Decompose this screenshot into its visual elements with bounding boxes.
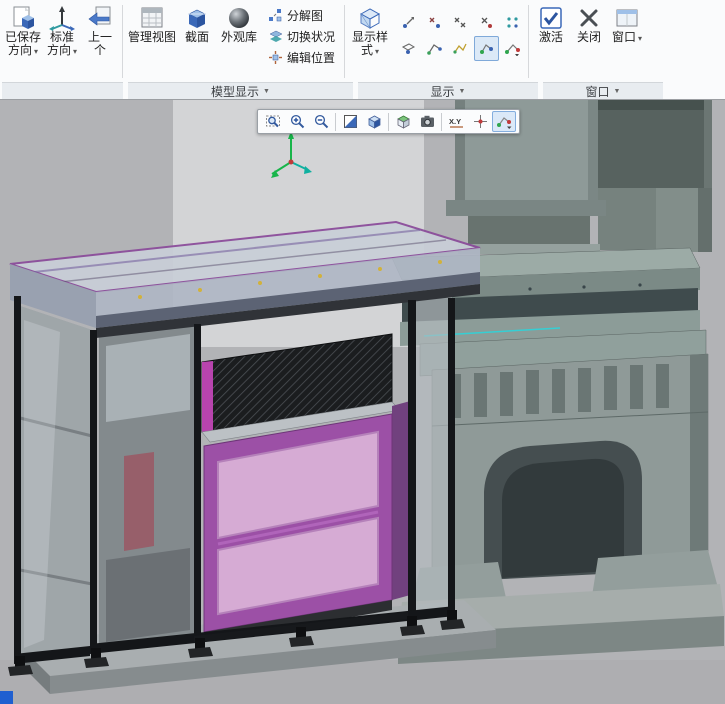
toggle-state-icon: [268, 29, 283, 44]
orientation-group-bar[interactable]: [2, 82, 123, 99]
measure-xy-button[interactable]: X.Y: [444, 111, 468, 132]
dropdown-caret: ▾: [73, 47, 78, 56]
saved-orientation-button[interactable]: 已保存 方向 ▾: [3, 2, 43, 58]
view-popup-toolbar: X.Y: [257, 109, 520, 134]
model-display-section: 管理视图 截面 外观库 分解图 切换状况 编辑位置: [125, 1, 342, 82]
activate-label: 激活: [539, 30, 564, 44]
link-points-button[interactable]: [500, 36, 525, 61]
model-display-group-bar[interactable]: 模型显示 ▼: [128, 82, 353, 99]
ribbon-separator: [122, 5, 124, 78]
point-select-button[interactable]: [468, 111, 492, 132]
move-component-button[interactable]: [396, 36, 421, 61]
exploded-view-icon: [268, 8, 283, 23]
toolbar-separator: [388, 112, 389, 131]
edit-position-button[interactable]: 编辑位置: [264, 48, 339, 66]
toolbar-separator: [335, 112, 336, 131]
standard-orientation-label-2: 方向 ▾: [47, 43, 78, 57]
exploded-view-button[interactable]: 分解图: [264, 6, 339, 24]
model-display-small-buttons: 分解图 切换状况 编辑位置: [262, 2, 341, 66]
zoom-in-button[interactable]: [285, 111, 309, 132]
ribbon-content: 已保存 方向 ▾ 标准 方向 ▾ 上一 个 管理视图 截面 外观库 分解图 切换…: [0, 0, 725, 82]
dropdown-caret: ▾: [375, 47, 380, 56]
show-points-button[interactable]: [448, 10, 473, 35]
exploded-view-label: 分解图: [287, 8, 324, 23]
model-display-group-label: 模型显示: [211, 84, 260, 99]
taskbar-fragment[interactable]: [0, 691, 13, 704]
hide-point-button[interactable]: [422, 10, 447, 35]
snap-point-button[interactable]: [396, 10, 421, 35]
activate-icon: [538, 4, 564, 31]
zoom-out-button[interactable]: [309, 111, 333, 132]
group-caret: ▼: [458, 87, 466, 95]
display-style-button[interactable]: 显示样 式 ▾: [348, 2, 392, 58]
previous-view-label-2: 个: [94, 43, 107, 57]
saved-orientation-icon: [10, 4, 36, 31]
ribbon: 已保存 方向 ▾ 标准 方向 ▾ 上一 个 管理视图 截面 外观库 分解图 切换…: [0, 0, 725, 100]
window-section: 激活 关闭 窗口 ▾: [531, 1, 647, 82]
appearance-library-icon: [226, 4, 252, 31]
close-label: 关闭: [577, 30, 602, 44]
enclosure-frame-model: [8, 220, 496, 694]
remove-points-button[interactable]: [474, 10, 499, 35]
viewport-3d-scene[interactable]: [0, 100, 725, 704]
saved-orientation-label-2: 方向 ▾: [7, 43, 39, 57]
dropdown-caret: ▾: [638, 34, 643, 43]
cad-application-window: 已保存 方向 ▾ 标准 方向 ▾ 上一 个 管理视图 截面 外观库 分解图 切换…: [0, 0, 725, 704]
section-label: 截面: [185, 30, 210, 44]
route-display-button[interactable]: [474, 36, 500, 61]
display-style-icon: [357, 4, 383, 31]
section-icon: [184, 4, 210, 31]
route-tool-button[interactable]: [492, 111, 516, 132]
section-button[interactable]: 截面: [178, 2, 216, 44]
activate-button[interactable]: 激活: [532, 2, 570, 44]
ribbon-separator: [344, 5, 346, 78]
display-style-label-2: 式 ▾: [361, 43, 380, 57]
point-set-button[interactable]: [500, 10, 525, 35]
toggle-state-label: 切换状况: [287, 29, 336, 44]
toggle-state-button[interactable]: 切换状况: [264, 27, 339, 45]
window-label: 窗口 ▾: [612, 30, 643, 44]
edit-position-icon: [268, 50, 283, 65]
group-caret: ▼: [263, 87, 270, 95]
standard-orientation-icon: [49, 4, 76, 31]
cube-view-button[interactable]: [362, 111, 386, 132]
window-icon: [614, 4, 640, 31]
align-component-button[interactable]: [448, 36, 473, 61]
manage-views-icon: [139, 4, 165, 31]
display-group-bar[interactable]: 显示 ▼: [358, 82, 538, 99]
appearance-library-label: 外观库: [221, 30, 258, 44]
appearance-library-button[interactable]: 外观库: [216, 2, 262, 44]
group-caret: ▼: [613, 87, 621, 95]
orient-view-button[interactable]: [391, 111, 415, 132]
ribbon-group-labels: 模型显示 ▼ 显示 ▼ 窗口 ▼: [0, 82, 668, 99]
close-icon: [576, 4, 602, 31]
previous-view-icon: [87, 4, 113, 31]
svg-text:X.Y: X.Y: [449, 117, 461, 126]
orientation-section: 已保存 方向 ▾ 标准 方向 ▾ 上一 个: [2, 1, 120, 82]
window-button[interactable]: 窗口 ▾: [608, 2, 646, 45]
toolbar-separator: [441, 112, 442, 131]
ribbon-separator: [528, 5, 530, 78]
window-group-bar[interactable]: 窗口 ▼: [543, 82, 663, 99]
previous-view-button[interactable]: 上一 个: [81, 2, 119, 57]
graphics-viewport[interactable]: X.Y: [0, 100, 725, 704]
fit-view-button[interactable]: [261, 111, 285, 132]
window-group-label: 窗口: [585, 84, 610, 99]
rotate-component-button[interactable]: [422, 36, 447, 61]
shaded-view-button[interactable]: [338, 111, 362, 132]
display-section: 显示样 式 ▾: [347, 1, 526, 82]
manage-views-label: 管理视图: [128, 30, 177, 44]
standard-orientation-button[interactable]: 标准 方向 ▾: [43, 2, 81, 58]
display-group-label: 显示: [430, 84, 455, 99]
manage-views-button[interactable]: 管理视图: [126, 2, 178, 44]
close-button[interactable]: 关闭: [570, 2, 608, 44]
snapshot-button[interactable]: [415, 111, 439, 132]
display-tools-grid: [396, 2, 525, 61]
dropdown-caret: ▾: [34, 47, 39, 56]
edit-position-label: 编辑位置: [287, 50, 336, 65]
